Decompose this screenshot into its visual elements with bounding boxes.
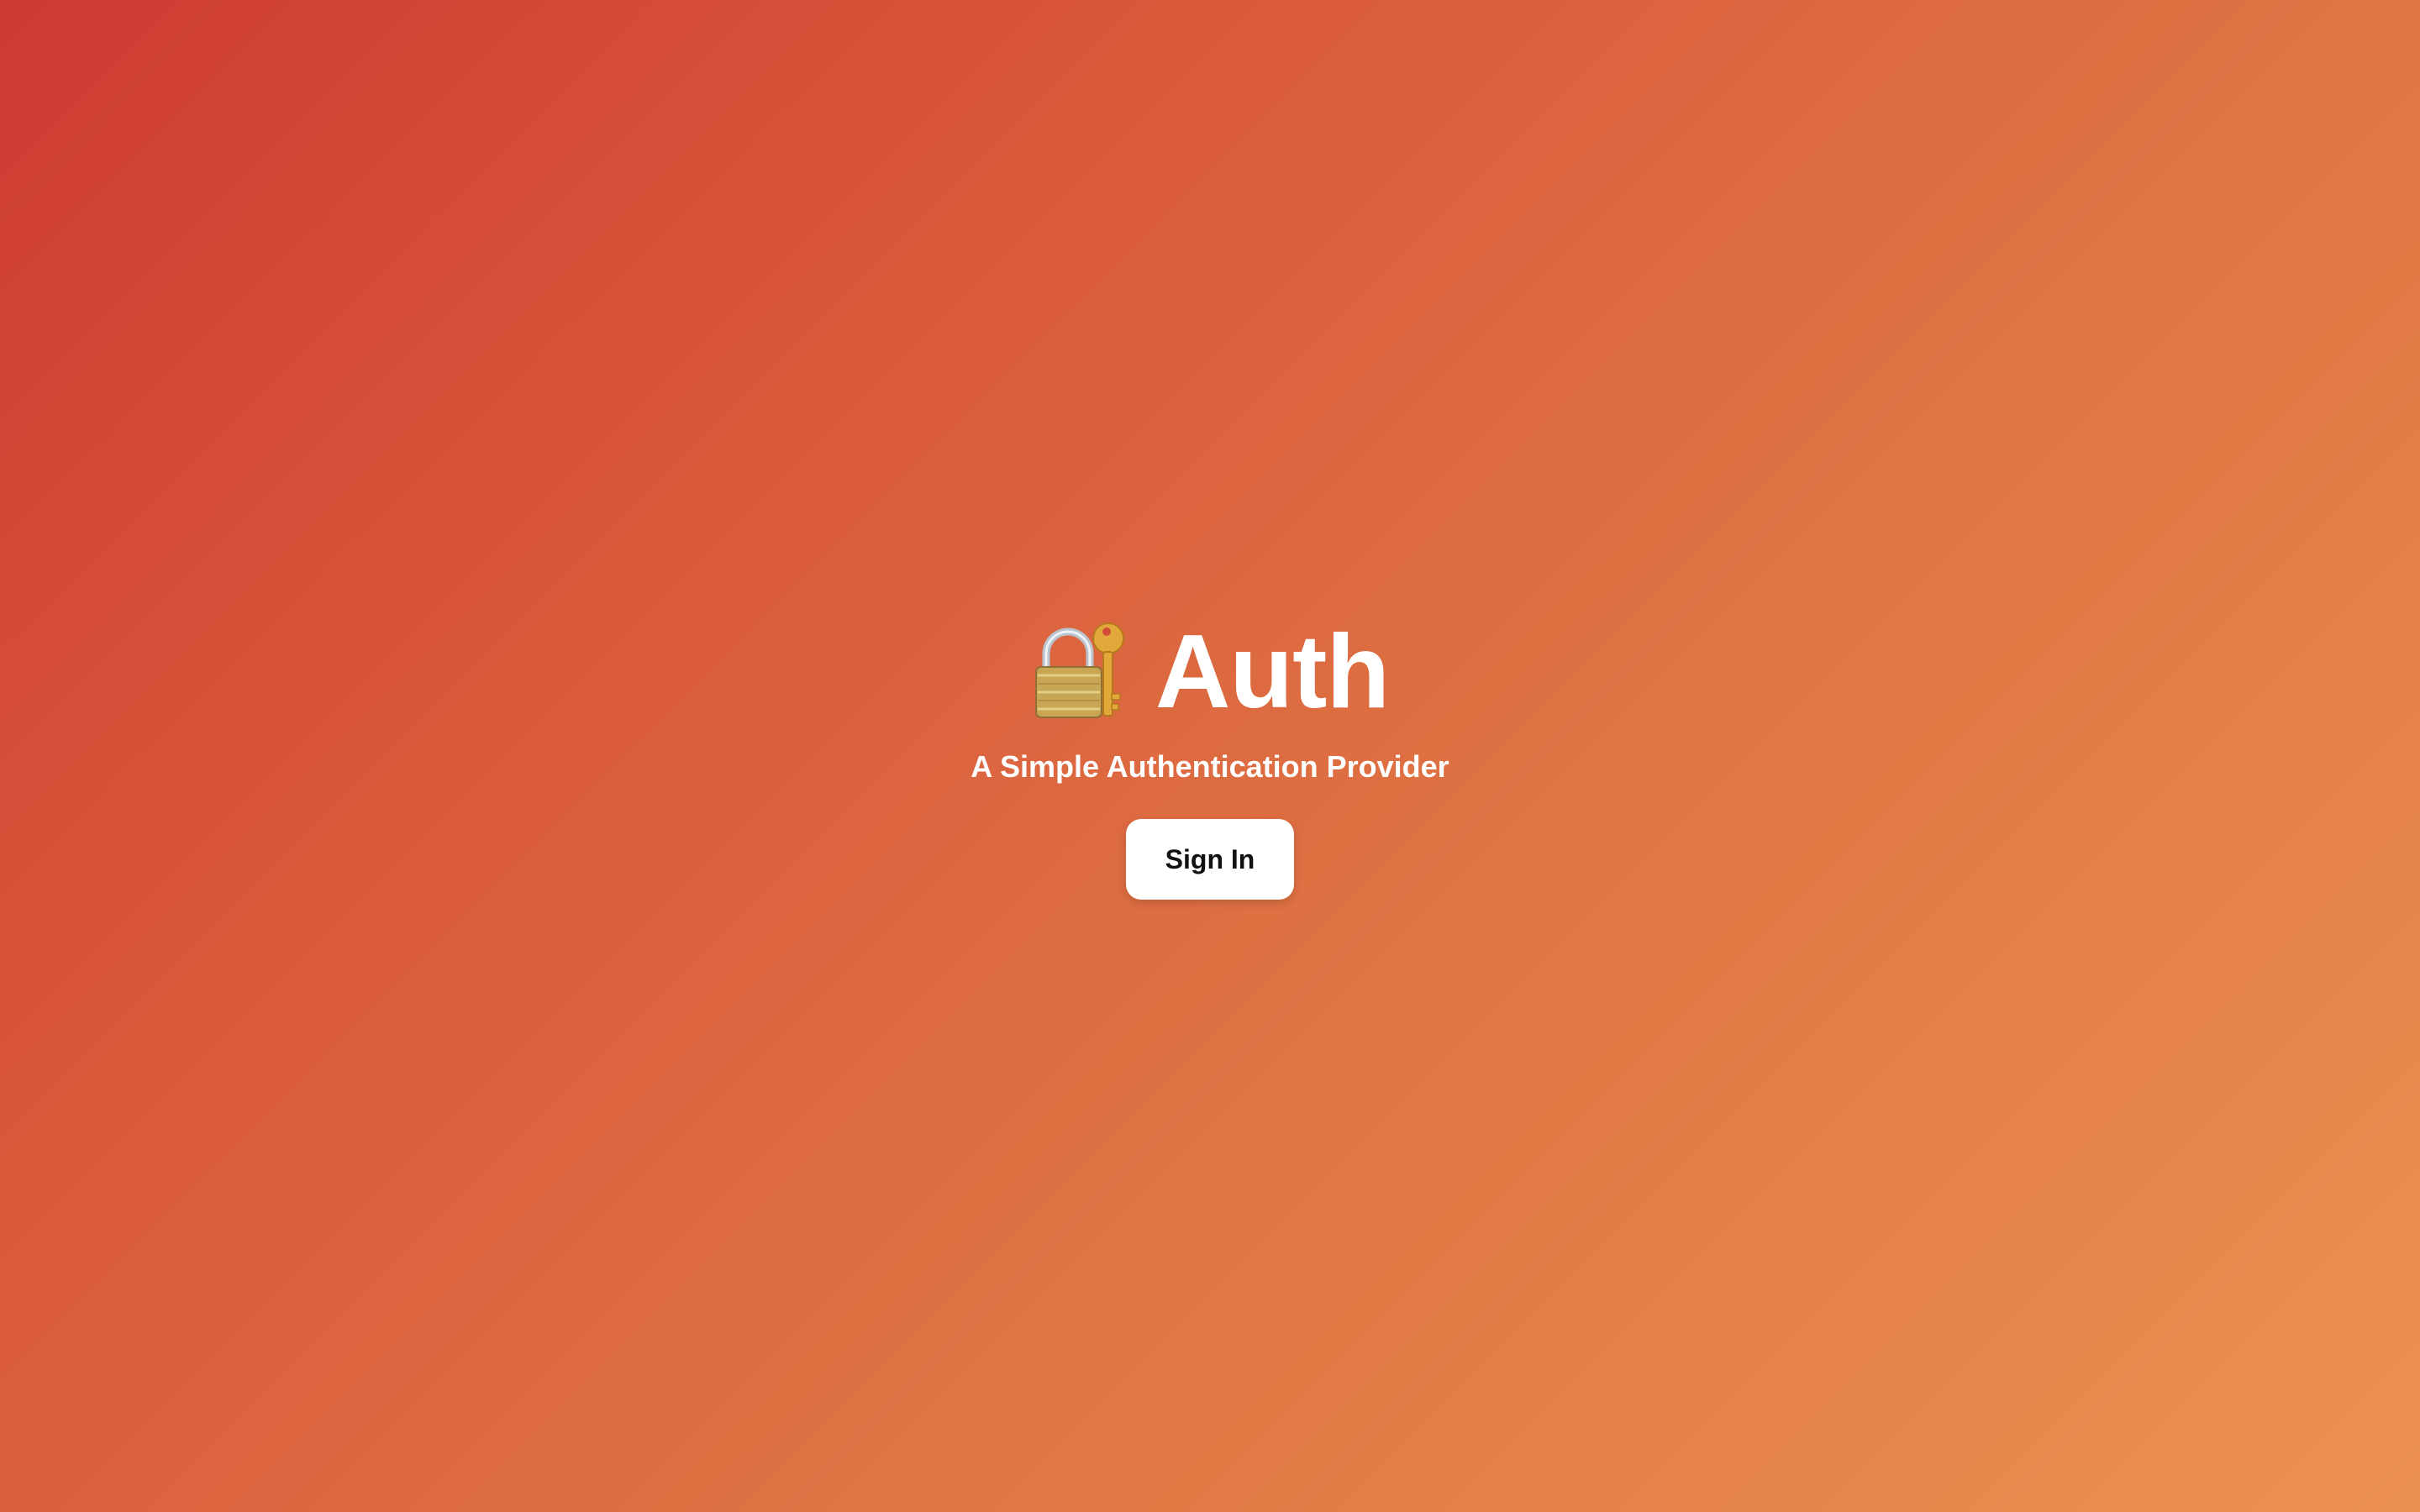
sign-in-button[interactable]: Sign In <box>1126 819 1294 900</box>
page-subtitle: A Simple Authentication Provider <box>971 749 1449 784</box>
page-title: Auth <box>1155 614 1390 730</box>
locked-with-key-icon <box>1031 620 1135 724</box>
title-row: Auth <box>1031 609 1390 735</box>
hero-section: Auth A Simple Authentication Provider Si… <box>0 0 2420 1512</box>
